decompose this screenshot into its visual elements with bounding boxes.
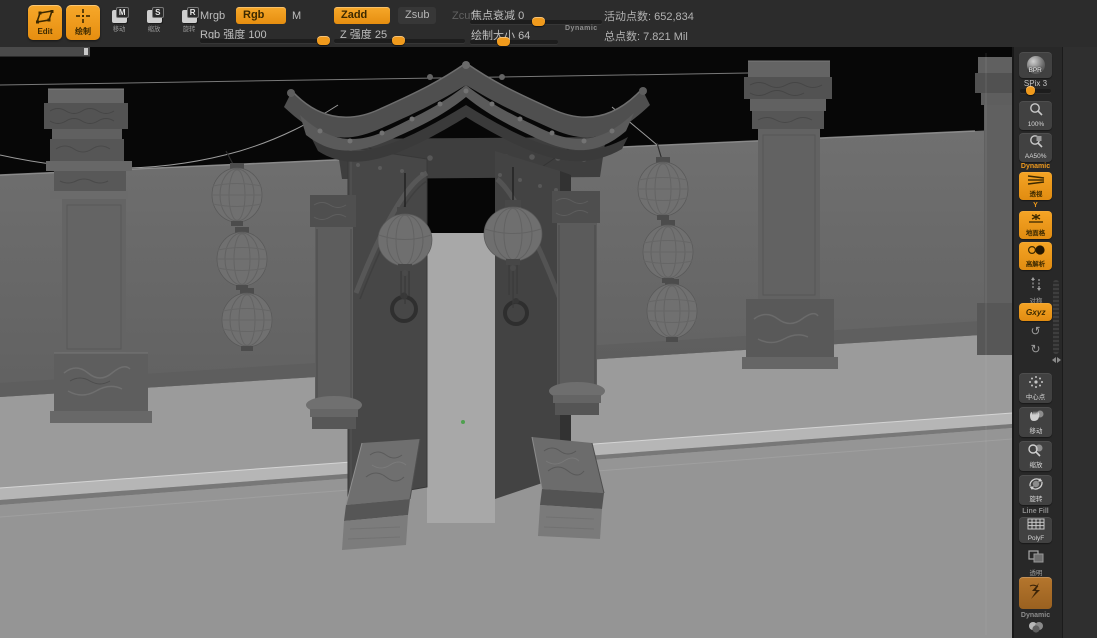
draw-crosshair-icon <box>74 8 92 25</box>
symmetry-toggle[interactable]: 对称 <box>1019 277 1052 306</box>
right-tray: BPR SPix 3 100% AA50% Dynamic 透视 Y 地面格 高… <box>1012 47 1097 638</box>
gate-doorway <box>427 147 495 523</box>
left-tray-edge[interactable] <box>0 47 90 57</box>
spix-label: SPix 3 <box>1023 79 1048 88</box>
local-pivot-button[interactable]: 中心点 <box>1019 373 1052 403</box>
tray-collapse-left-icon[interactable] <box>1052 357 1056 363</box>
right-ramp <box>531 436 605 539</box>
gxyz-button[interactable]: Gxyz <box>1019 303 1052 321</box>
viewport-canvas[interactable] <box>0 47 1013 638</box>
spix-slider-handle[interactable] <box>1026 86 1035 95</box>
spheres-cluster-icon <box>1026 620 1046 638</box>
transp-toggle[interactable]: 透明 <box>1019 549 1052 578</box>
edit-polygon-icon <box>35 9 54 26</box>
total-points-stat: 总点数: 7.821 Mil <box>604 31 688 43</box>
focal-shift-slider-handle[interactable] <box>532 17 545 26</box>
solo-toggle[interactable]: 独立 <box>1019 620 1052 638</box>
rgb-intensity-slider[interactable] <box>200 36 330 45</box>
zoom-magnifier-icon <box>1027 443 1045 462</box>
draw-size-slider[interactable] <box>470 37 558 46</box>
edit-button-label: Edit <box>37 26 53 36</box>
top-shelf: Edit 绘制 M 移动 S 缩放 R 旋转 Mrgb Rgb M Rgb 强度… <box>0 0 1097 48</box>
move-camera-button[interactable]: 移动 <box>1019 407 1052 437</box>
zoom3d-button[interactable]: 缩放 <box>1019 441 1052 471</box>
active-material-button[interactable] <box>1019 577 1052 609</box>
bpr-button[interactable]: BPR <box>1019 52 1052 78</box>
dynamic-mode-label[interactable]: Dynamic <box>565 25 598 32</box>
polyframe-grid-icon <box>1027 517 1045 535</box>
perspective-lines-icon <box>1027 173 1045 191</box>
sphere-pair-icon <box>1026 243 1046 261</box>
focal-shift-slider[interactable] <box>470 17 602 26</box>
pivot-dots-icon <box>1027 375 1045 394</box>
zsub-button[interactable]: Zsub <box>398 7 437 24</box>
spix-slider[interactable] <box>1020 86 1051 95</box>
scale-gyro-button[interactable]: S 缩放 <box>139 7 169 42</box>
zadd-button[interactable]: Zadd <box>334 7 390 24</box>
floor-button[interactable]: 地面格 <box>1019 211 1052 239</box>
aahalf-button[interactable]: AA50% <box>1019 133 1052 162</box>
floor-grid-icon <box>1027 212 1045 230</box>
dark-glyph-icon <box>1026 581 1046 606</box>
draw-size-slider-handle[interactable] <box>497 37 510 46</box>
magnifier-half-icon <box>1028 134 1044 153</box>
overlap-squares-icon <box>1027 549 1045 568</box>
hd-sphere-button[interactable]: 高解析 <box>1019 242 1052 270</box>
rotate-cw-icon[interactable]: ↻ <box>1019 343 1052 356</box>
tool-palette-clipped: P 子几降SDi删冻结重柔划分动边折ShaClaDyZR修改位置大小网 ArNa… <box>1062 47 1097 638</box>
dynamic-persp-tag: Dynamic <box>1020 163 1051 170</box>
draw-button[interactable]: 绘制 <box>66 5 100 40</box>
z-intensity-slider-handle[interactable] <box>392 36 405 45</box>
symmetry-arrows-icon <box>1027 277 1045 296</box>
move-gyro-icon: M <box>111 7 129 23</box>
persp-button[interactable]: 透视 <box>1019 172 1052 200</box>
rotate-ccw-icon[interactable]: ↺ <box>1019 325 1052 338</box>
actual-size-button[interactable]: 100% <box>1019 101 1052 130</box>
left-tray-tick <box>84 48 88 55</box>
z-intensity-slider[interactable] <box>334 36 465 45</box>
linefill-tag: Line Fill <box>1022 508 1049 515</box>
tray-scroll-handle[interactable] <box>1053 280 1059 354</box>
floor-axis-tag: Y <box>1033 202 1038 209</box>
edit-button[interactable]: Edit <box>28 5 62 40</box>
draw-button-label: 绘制 <box>75 26 91 36</box>
pivot-marker <box>461 420 465 424</box>
mrgb-button[interactable]: Mrgb <box>200 10 225 22</box>
polyframe-button[interactable]: PolyF <box>1019 517 1052 543</box>
magnifier-icon <box>1028 102 1044 121</box>
rotate-gyro-icon: R <box>181 7 199 23</box>
m-button[interactable]: M <box>292 10 301 22</box>
hand-icon <box>1027 409 1045 428</box>
active-points-stat: 活动点数: 652,834 <box>604 11 694 23</box>
scene-svg <box>0 47 1013 638</box>
zbrush-window: Edit 绘制 M 移动 S 缩放 R 旋转 Mrgb Rgb M Rgb 强度… <box>0 0 1097 638</box>
tray-collapse-right-icon[interactable] <box>1057 357 1061 363</box>
rotate-sphere-icon <box>1027 477 1045 496</box>
dynamic-solo-tag: Dynamic <box>1020 612 1051 619</box>
scale-gyro-icon: S <box>146 7 164 23</box>
rgb-button[interactable]: Rgb <box>236 7 286 24</box>
rotate3d-button[interactable]: 旋转 <box>1019 475 1052 505</box>
move-gyro-button[interactable]: M 移动 <box>104 7 134 42</box>
rgb-intensity-slider-handle[interactable] <box>317 36 330 45</box>
